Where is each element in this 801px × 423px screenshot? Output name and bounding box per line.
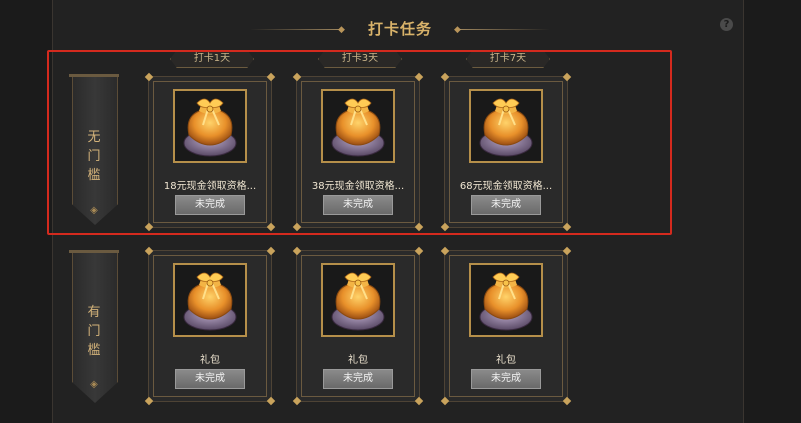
page-title: 打卡任务 xyxy=(367,20,432,38)
banner-top-bar xyxy=(69,250,119,253)
banner-top-bar xyxy=(69,74,119,77)
status-button[interactable]: 未完成 xyxy=(175,369,245,389)
gift-bag-icon xyxy=(173,89,247,163)
reward-label: 38元现金领取资格... xyxy=(311,181,405,192)
question-icon[interactable]: ? xyxy=(720,18,733,31)
title-divider-left xyxy=(250,29,340,30)
gift-bag-icon xyxy=(469,89,543,163)
title-divider-right xyxy=(460,29,550,30)
status-button[interactable]: 未完成 xyxy=(471,369,541,389)
reward-card[interactable]: 礼包 未完成 xyxy=(440,246,572,406)
reward-card[interactable]: 礼包 未完成 xyxy=(144,246,276,406)
status-button[interactable]: 未完成 xyxy=(323,195,393,215)
reward-label: 礼包 xyxy=(496,355,516,366)
status-button[interactable]: 未完成 xyxy=(471,195,541,215)
ornament-icon: ◈ xyxy=(90,205,98,216)
banner-label-text: 无门槛 xyxy=(87,130,101,183)
reward-card[interactable]: 38元现金领取资格... 未完成 xyxy=(292,72,424,232)
gift-bag-icon xyxy=(321,89,395,163)
banner-label-text: 有门槛 xyxy=(87,305,101,358)
title-bar: ◆ 打卡任务 ◆ ? xyxy=(0,0,801,50)
reward-label: 18元现金领取资格... xyxy=(163,181,257,192)
status-button[interactable]: 未完成 xyxy=(175,195,245,215)
reward-label: 礼包 xyxy=(348,355,368,366)
gift-bag-icon xyxy=(469,263,543,337)
reward-label: 礼包 xyxy=(200,355,220,366)
ornament-icon: ◈ xyxy=(90,379,98,390)
reward-card[interactable]: 18元现金领取资格... 未完成 xyxy=(144,72,276,232)
gift-bag-icon xyxy=(173,263,247,337)
reward-label: 68元现金领取资格... xyxy=(459,181,553,192)
gift-bag-icon xyxy=(321,263,395,337)
arrow-left-icon: ◆ xyxy=(454,25,461,35)
reward-card[interactable]: 礼包 未完成 xyxy=(292,246,424,406)
banner-label: 无门槛 xyxy=(72,128,116,185)
reward-card[interactable]: 68元现金领取资格... 未完成 xyxy=(440,72,572,232)
status-button[interactable]: 未完成 xyxy=(323,369,393,389)
banner-label: 有门槛 xyxy=(72,303,116,360)
